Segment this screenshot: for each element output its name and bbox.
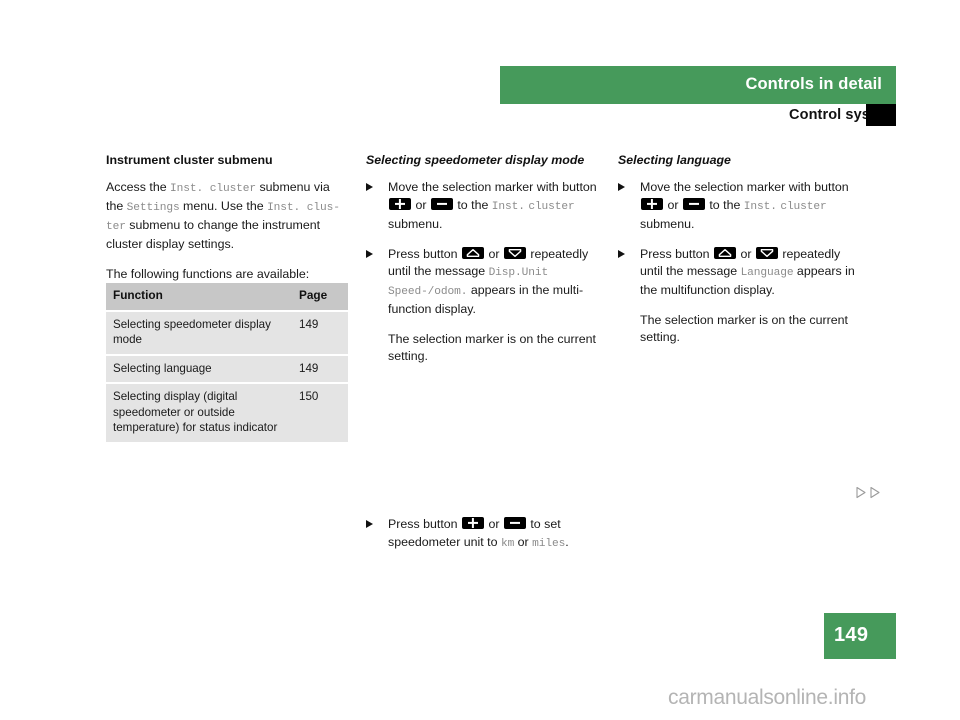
mono-inst: Inst. <box>743 200 777 213</box>
functions-table: Function Page Selecting speedometer disp… <box>106 283 348 442</box>
table-header-row: Function Page <box>106 283 348 310</box>
table-header-function: Function <box>106 283 292 310</box>
text-fragment: Move the selection marker with button <box>640 180 849 195</box>
minus-button-icon <box>430 197 453 210</box>
mono-disp-unit: Disp.Unit <box>488 267 549 280</box>
table-row: Selecting language 149 <box>106 355 348 383</box>
double-right-triangle-icon <box>855 486 881 499</box>
down-arrow-button-icon <box>755 246 778 259</box>
text-fragment: or <box>485 517 503 531</box>
bottom-bullet: Press button or to set speedometer unit … <box>366 516 616 553</box>
left-column: Instrument cluster submenu Access the In… <box>106 152 346 295</box>
middle-bullet-2: Press button or repeatedly until the mes… <box>366 246 606 319</box>
text-fragment: menu. Use the <box>179 199 268 214</box>
table-row: Selecting display (digital speedometer o… <box>106 384 348 442</box>
mono-inst-clus: Inst. clus- <box>267 202 340 215</box>
table-cell-page: 149 <box>292 355 348 383</box>
text-fragment: Press button <box>640 246 714 261</box>
text-fragment: or <box>737 246 755 261</box>
mono-cluster: cluster <box>528 200 575 213</box>
mono-language: Language <box>740 267 794 280</box>
minus-button-icon <box>682 197 705 210</box>
text-fragment: Move the selection marker with button <box>388 180 597 195</box>
middle-column-note: The selection marker is on the current s… <box>388 331 596 364</box>
right-bullet-1: Move the selection marker with button or… <box>618 179 858 233</box>
text-fragment: Access the <box>106 180 171 195</box>
minus-button-icon <box>503 517 526 529</box>
text-fragment: . <box>565 534 569 549</box>
text-fragment: to the <box>453 197 492 212</box>
black-square-marker-icon <box>866 104 896 126</box>
text-fragment: Press button <box>388 517 462 531</box>
mono-inst: Inst. <box>491 200 525 213</box>
header-band: Controls in detail <box>500 66 896 104</box>
bullet-triangle-icon <box>618 183 625 192</box>
bullet-triangle-icon <box>366 183 373 192</box>
text-fragment: or <box>485 246 503 261</box>
table-row: Selecting speedometer display mode 149 <box>106 311 348 354</box>
mono-settings: Settings <box>126 202 180 215</box>
right-column-heading: Selecting language <box>618 153 731 167</box>
right-column-note: The selection marker is on the current s… <box>640 312 848 345</box>
table-cell-page: 150 <box>292 384 348 442</box>
watermark: carmanualsonline.info <box>668 686 866 709</box>
left-column-heading: Instrument cluster submenu <box>106 153 273 167</box>
down-arrow-button-icon <box>503 246 526 259</box>
text-fragment: submenu. <box>640 216 695 231</box>
mono-speed-odom: Speed-/odom. <box>388 286 468 299</box>
text-fragment: or <box>514 534 533 549</box>
plus-button-icon <box>641 197 663 210</box>
text-fragment: or <box>412 197 430 212</box>
middle-bullet-1: Move the selection marker with button or… <box>366 179 606 233</box>
bullet-triangle-icon <box>366 520 373 528</box>
text-fragment: Press button <box>388 246 462 261</box>
mono-ter: ter <box>106 221 126 234</box>
table-cell-function: Selecting display (digital speedometer o… <box>106 384 292 442</box>
bullet-triangle-icon <box>366 249 373 258</box>
up-arrow-button-icon <box>462 246 485 259</box>
bullet-triangle-icon <box>618 249 625 258</box>
table-cell-function: Selecting speedometer display mode <box>106 311 292 354</box>
plus-button-icon <box>389 197 411 210</box>
left-column-paragraph-1: Access the Inst. cluster submenu via the… <box>106 179 346 253</box>
mono-km: km <box>500 537 515 550</box>
text-fragment: to the <box>705 197 744 212</box>
page-number: 149 <box>834 624 869 646</box>
page-number-box: 149 <box>824 613 896 659</box>
table-header-page: Page <box>292 283 348 310</box>
mono-cluster: cluster <box>780 200 827 213</box>
text-fragment: submenu. <box>388 216 443 231</box>
right-bullet-2: Press button or repeatedly until the mes… <box>618 246 858 300</box>
middle-column-heading: Selecting speedometer display mode <box>366 153 585 167</box>
middle-column: Selecting speedometer display mode Move … <box>366 152 606 378</box>
bottom-bullet-section: Press button or to set speedometer unit … <box>366 516 616 565</box>
mono-inst-cluster: Inst. cluster <box>170 183 257 196</box>
plus-button-icon <box>462 517 485 529</box>
table-cell-function: Selecting language <box>106 355 292 383</box>
mono-miles: miles <box>532 537 566 550</box>
table-cell-page: 149 <box>292 311 348 354</box>
text-fragment: submenu to change the instrument cluster… <box>106 218 321 252</box>
manual-page: Controls in detail Control system Instru… <box>0 0 960 720</box>
left-column-paragraph-2: The following functions are available: <box>106 266 310 281</box>
text-fragment: or <box>664 197 682 212</box>
header-band-title: Controls in detail <box>745 75 882 93</box>
up-arrow-button-icon <box>714 246 737 259</box>
right-column: Selecting language Move the selection ma… <box>618 152 858 359</box>
